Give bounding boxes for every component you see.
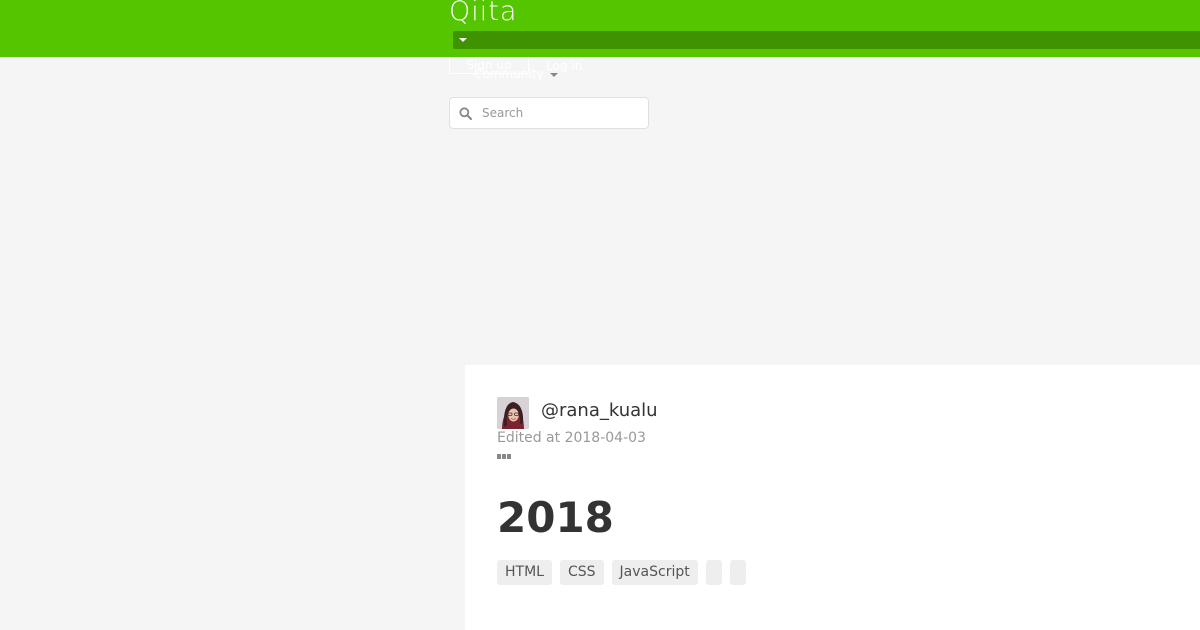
tag-item[interactable]: [729, 560, 746, 585]
chevron-down-icon: [550, 73, 558, 77]
tag-item[interactable]: [705, 560, 722, 585]
more-options-icon[interactable]: [497, 454, 513, 460]
avatar-image: [497, 397, 529, 429]
chevron-down-icon: [459, 38, 467, 42]
article-title: 2018: [497, 493, 614, 542]
community-label[interactable]: Community: [474, 67, 543, 81]
author-avatar[interactable]: [497, 397, 529, 429]
search-box: [449, 97, 649, 129]
author-username[interactable]: @rana_kualu: [541, 400, 658, 422]
tag-item[interactable]: JavaScript: [611, 560, 698, 585]
tag-item[interactable]: CSS: [559, 560, 604, 585]
article-card: @rana_kualu Edited at 2018-04-03 2018 HT…: [465, 365, 1200, 630]
top-navbar: Qiita: [0, 0, 1200, 57]
community-dropdown[interactable]: [453, 31, 1200, 49]
tag-item[interactable]: HTML: [497, 560, 552, 585]
login-link[interactable]: Log in: [546, 59, 582, 73]
qiita-logo[interactable]: Qiita: [449, 0, 517, 29]
edited-at-timestamp: Edited at 2018-04-03: [497, 430, 646, 446]
search-icon: [459, 107, 472, 120]
tag-list: HTML CSS JavaScript: [497, 560, 746, 585]
search-input[interactable]: [480, 102, 644, 124]
